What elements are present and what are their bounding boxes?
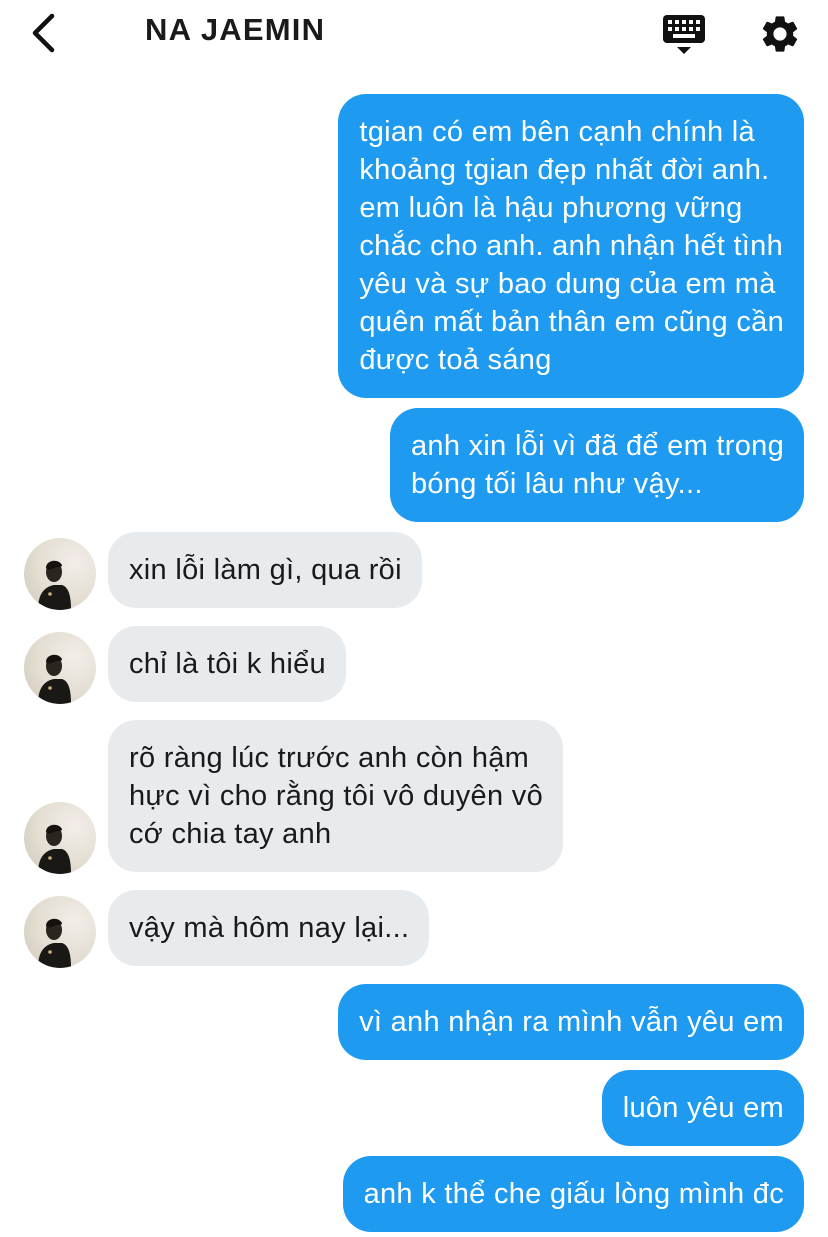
avatar[interactable] bbox=[24, 538, 96, 610]
message-line: vì anh nhận ra mình vẫn yêu em bbox=[359, 1006, 784, 1038]
message-line: rõ ràng lúc trước anh còn hậm bbox=[129, 742, 530, 774]
profile-photo-icon bbox=[38, 918, 71, 968]
message-line: luôn yêu em bbox=[622, 1092, 784, 1124]
settings-button[interactable] bbox=[758, 12, 802, 56]
chat-screen: NA JAEMIN tgian có em bên cạnh chính là … bbox=[0, 0, 828, 1237]
outgoing-message[interactable]: tgian có em bên cạnh chính là khoảng tgi… bbox=[338, 94, 804, 398]
message-line: yêu và sự bao dung của em mà bbox=[359, 268, 776, 300]
back-button[interactable] bbox=[26, 10, 66, 56]
message-line: chắc cho anh. anh nhận hết tình bbox=[359, 230, 784, 262]
incoming-message[interactable]: chỉ là tôi k hiểu bbox=[108, 626, 346, 702]
outgoing-message[interactable]: anh k thể che giấu lòng mình đc bbox=[342, 1156, 804, 1232]
message-line: anh xin lỗi vì đã để em trong bbox=[410, 430, 784, 462]
profile-photo-icon bbox=[38, 824, 71, 874]
keyboard-icon bbox=[663, 15, 705, 54]
message-line: bóng tối lâu như vậy... bbox=[410, 468, 703, 500]
outgoing-message[interactable]: vì anh nhận ra mình vẫn yêu em bbox=[338, 984, 804, 1060]
outgoing-message[interactable]: anh xin lỗi vì đã để em trong bóng tối l… bbox=[389, 408, 804, 522]
avatar[interactable] bbox=[24, 802, 96, 874]
profile-photo-icon bbox=[38, 654, 71, 704]
avatar[interactable] bbox=[24, 896, 96, 968]
message-line: quên mất bản thân em cũng cần bbox=[359, 306, 784, 338]
incoming-message[interactable]: rõ ràng lúc trước anh còn hậm hực vì cho… bbox=[108, 720, 563, 872]
message-line: chỉ là tôi k hiểu bbox=[129, 648, 326, 680]
message-line: cớ chia tay anh bbox=[129, 818, 332, 850]
chevron-left-icon bbox=[32, 13, 55, 53]
keyboard-toggle-button[interactable] bbox=[660, 12, 708, 58]
message-line: hực vì cho rằng tôi vô duyên vô bbox=[129, 780, 543, 812]
message-line: tgian có em bên cạnh chính là bbox=[359, 116, 755, 148]
page-title: NA JAEMIN bbox=[145, 12, 326, 47]
avatar[interactable] bbox=[24, 632, 96, 704]
message-line: vậy mà hôm nay lại... bbox=[129, 912, 410, 944]
message-line: xin lỗi làm gì, qua rồi bbox=[129, 554, 402, 586]
message-line: khoảng tgian đẹp nhất đời anh. bbox=[359, 154, 770, 186]
message-line: được toả sáng bbox=[359, 344, 552, 376]
profile-photo-icon bbox=[38, 560, 71, 610]
incoming-message[interactable]: xin lỗi làm gì, qua rồi bbox=[108, 532, 422, 608]
incoming-message[interactable]: vậy mà hôm nay lại... bbox=[108, 890, 430, 966]
outgoing-message[interactable]: luôn yêu em bbox=[601, 1070, 804, 1146]
chat-header: NA JAEMIN bbox=[0, 0, 828, 66]
message-line: em luôn là hậu phương vững bbox=[359, 192, 743, 224]
message-line: anh k thể che giấu lòng mình đc bbox=[363, 1178, 784, 1210]
gear-icon bbox=[762, 16, 798, 52]
